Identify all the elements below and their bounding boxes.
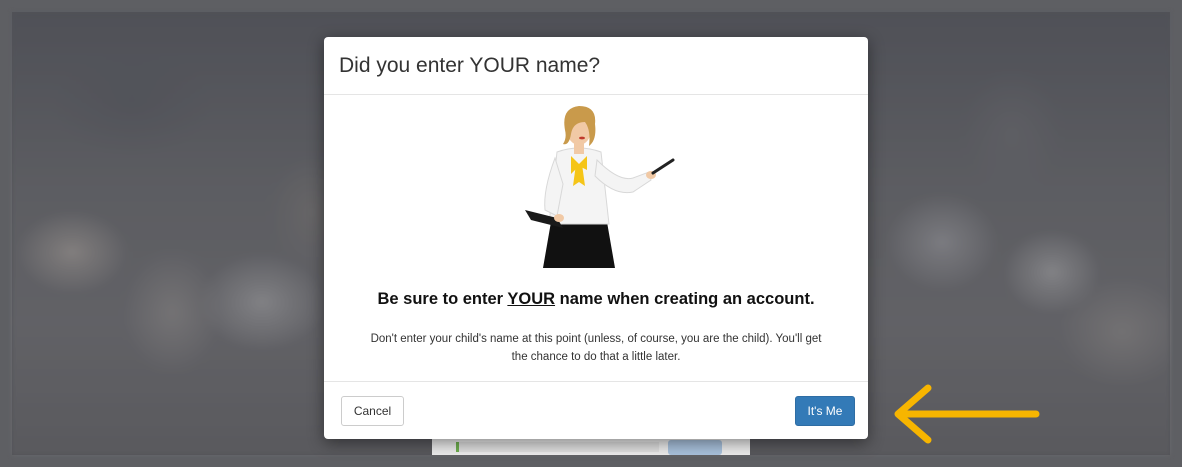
screenshot-frame: Did you enter YOUR name? Be sure to ente… — [0, 0, 1182, 467]
underlying-button — [668, 440, 722, 455]
headline-text-after: name when creating an account. — [555, 290, 815, 308]
dialog-headline: Be sure to enter YOUR name when creating… — [324, 290, 868, 309]
confirm-name-dialog: Did you enter YOUR name? Be sure to ente… — [324, 37, 868, 439]
dialog-note: Don't enter your child's name at this po… — [339, 330, 853, 366]
arrow-left-icon — [894, 384, 1040, 444]
cancel-button[interactable]: Cancel — [341, 396, 404, 426]
dialog-note-line-2: the chance to do that a little later. — [511, 351, 681, 363]
dialog-body: Be sure to enter YOUR name when creating… — [324, 95, 868, 382]
dialog-note-line-1: Don't enter your child's name at this po… — [370, 333, 822, 345]
headline-emphasis: YOUR — [507, 290, 556, 308]
its-me-button[interactable]: It's Me — [795, 396, 855, 426]
dialog-header: Did you enter YOUR name? — [324, 37, 868, 95]
dialog-title: Did you enter YOUR name? — [339, 54, 601, 77]
teacher-pointing-illustration — [525, 106, 675, 268]
dialog-footer: Cancel It's Me — [324, 382, 868, 439]
underlying-input — [456, 442, 659, 452]
headline-text-before: Be sure to enter — [377, 290, 508, 308]
